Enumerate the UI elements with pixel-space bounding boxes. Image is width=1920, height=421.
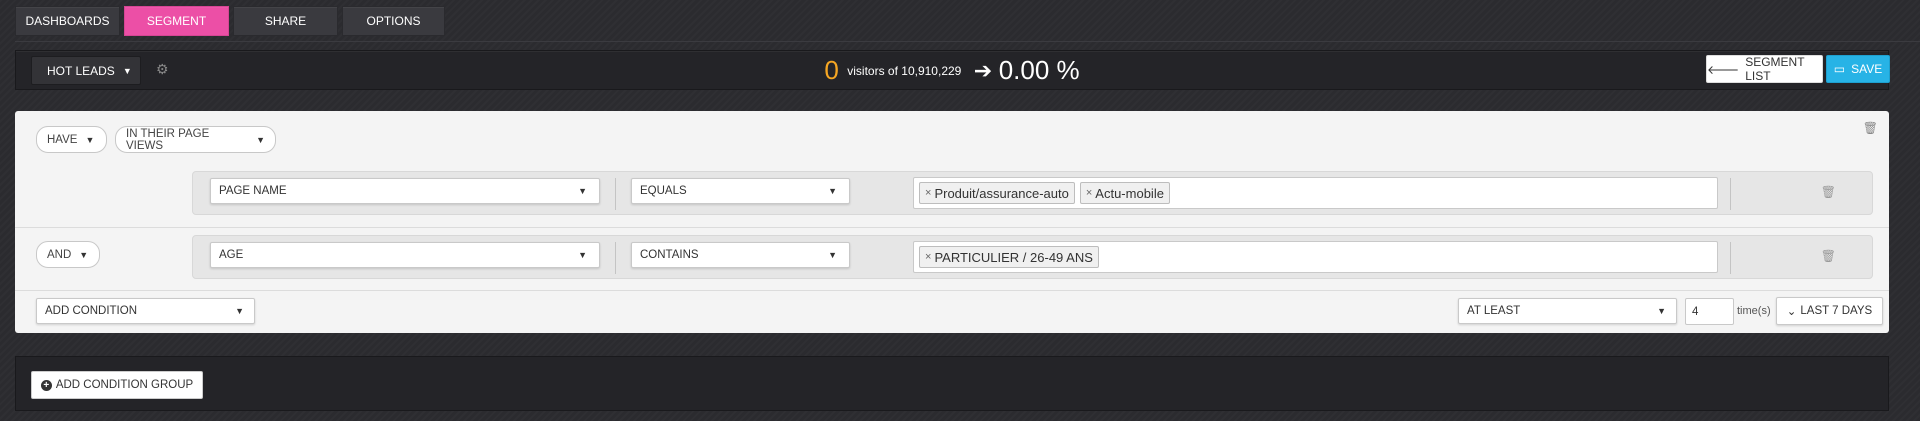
chevron-down-icon: ▼	[1657, 306, 1666, 316]
row-divider	[15, 290, 1889, 291]
add-group-label: ADD CONDITION GROUP	[55, 379, 194, 391]
segment-stats: 0 visitors of 10,910,229 ➔ 0.00 %	[16, 55, 1888, 86]
save-button[interactable]: ▭ SAVE	[1826, 55, 1890, 83]
save-icon: ▭	[1833, 62, 1846, 76]
arrow-right-icon: ➔	[973, 57, 993, 83]
visitor-count: 0	[824, 55, 839, 85]
visitors-text: visitors of 10,910,229	[847, 63, 962, 78]
chevron-down-icon: ▼	[828, 250, 837, 260]
plus-circle-icon: +	[40, 379, 52, 391]
times-suffix: time(s)	[1737, 305, 1771, 317]
trash-icon[interactable]: 🗑	[1863, 121, 1878, 135]
field-label: PAGE NAME	[219, 185, 287, 197]
column-divider	[615, 178, 616, 210]
tab-options[interactable]: OPTIONS	[342, 6, 445, 36]
remove-tag-icon[interactable]: ×	[925, 251, 931, 263]
add-condition-label: ADD CONDITION	[45, 305, 137, 317]
field-label: AGE	[219, 249, 244, 261]
frequency-select[interactable]: AT LEAST ▼	[1458, 298, 1677, 324]
value-tag-label: PARTICULIER / 26-49 ANS	[934, 249, 1093, 265]
tab-dashboards[interactable]: DASHBOARDS	[15, 6, 120, 36]
chevron-down-icon: ▼	[828, 186, 837, 196]
row-divider	[15, 227, 1889, 228]
condition-row: AGE ▼ CONTAINS ▼ × PARTICULIER / 26-49 A…	[192, 235, 1873, 279]
connector-select[interactable]: AND ▼	[36, 241, 100, 268]
remove-tag-icon[interactable]: ×	[925, 187, 931, 199]
have-select[interactable]: HAVE ▼	[36, 126, 107, 153]
chevron-down-icon: ▼	[578, 250, 587, 260]
operator-select[interactable]: CONTAINS ▼	[631, 242, 850, 268]
chevron-down-icon: ▼	[578, 186, 587, 196]
value-tag-label: Produit/assurance-auto	[934, 185, 1069, 201]
scope-label: IN THEIR PAGE VIEWS	[126, 127, 210, 152]
column-divider	[1730, 242, 1731, 274]
value-tag: × PARTICULIER / 26-49 ANS	[919, 246, 1099, 268]
tabs-divider	[15, 41, 1920, 42]
top-tabs: DASHBOARDS SEGMENT SHARE OPTIONS	[15, 6, 445, 36]
operator-label: EQUALS	[640, 185, 687, 197]
chevron-down-icon: ▼	[79, 249, 89, 260]
column-divider	[1730, 178, 1731, 210]
scope-select[interactable]: IN THEIR PAGE VIEWS ▼	[115, 126, 276, 153]
period-button[interactable]: ⌄ LAST 7 DAYS	[1776, 297, 1883, 325]
condition-row: PAGE NAME ▼ EQUALS ▼ × Produit/assurance…	[192, 171, 1873, 215]
save-label: SAVE	[1851, 62, 1883, 76]
have-label: HAVE	[47, 133, 78, 146]
period-label: LAST 7 DAYS	[1800, 305, 1873, 317]
values-input[interactable]: × PARTICULIER / 26-49 ANS	[913, 241, 1718, 273]
tab-share[interactable]: SHARE	[233, 6, 338, 36]
add-condition-group-button[interactable]: + ADD CONDITION GROUP	[31, 371, 203, 399]
column-divider	[615, 242, 616, 274]
chevron-down-icon: ▼	[256, 134, 265, 145]
trash-icon[interactable]: 🗑	[1821, 249, 1836, 263]
segment-percentage: 0.00 %	[998, 55, 1080, 85]
frequency-label: AT LEAST	[1467, 305, 1521, 317]
segment-list-button[interactable]: 🡐 SEGMENT LIST	[1706, 55, 1823, 83]
add-condition-select[interactable]: ADD CONDITION ▼	[36, 298, 255, 324]
values-input[interactable]: × Produit/assurance-auto × Actu-mobile	[913, 177, 1718, 209]
field-select[interactable]: AGE ▼	[210, 242, 600, 268]
operator-label: CONTAINS	[640, 249, 699, 261]
field-select[interactable]: PAGE NAME ▼	[210, 178, 600, 204]
times-input[interactable]	[1685, 298, 1734, 325]
operator-select[interactable]: EQUALS ▼	[631, 178, 850, 204]
segment-list-label: SEGMENT LIST	[1745, 55, 1805, 83]
condition-group: 🗑 HAVE ▼ IN THEIR PAGE VIEWS ▼ PAGE NAME…	[15, 111, 1889, 333]
arrow-left-icon: 🡐	[1707, 62, 1740, 77]
connector-label: AND	[47, 248, 72, 261]
value-tag: × Produit/assurance-auto	[919, 182, 1075, 204]
tab-segment[interactable]: SEGMENT	[124, 6, 229, 36]
add-group-bar: + ADD CONDITION GROUP	[15, 356, 1889, 411]
trash-icon[interactable]: 🗑	[1821, 185, 1836, 199]
segment-header: HOT LEADS ▼ ⚙ 0 visitors of 10,910,229 ➔…	[15, 50, 1890, 90]
remove-tag-icon[interactable]: ×	[1086, 187, 1092, 199]
value-tag-label: Actu-mobile	[1095, 185, 1164, 201]
chevron-down-icon: ▼	[235, 306, 244, 316]
chevron-down-icon: ⌄	[1786, 306, 1797, 318]
chevron-down-icon: ▼	[85, 134, 95, 145]
value-tag: × Actu-mobile	[1079, 182, 1170, 204]
